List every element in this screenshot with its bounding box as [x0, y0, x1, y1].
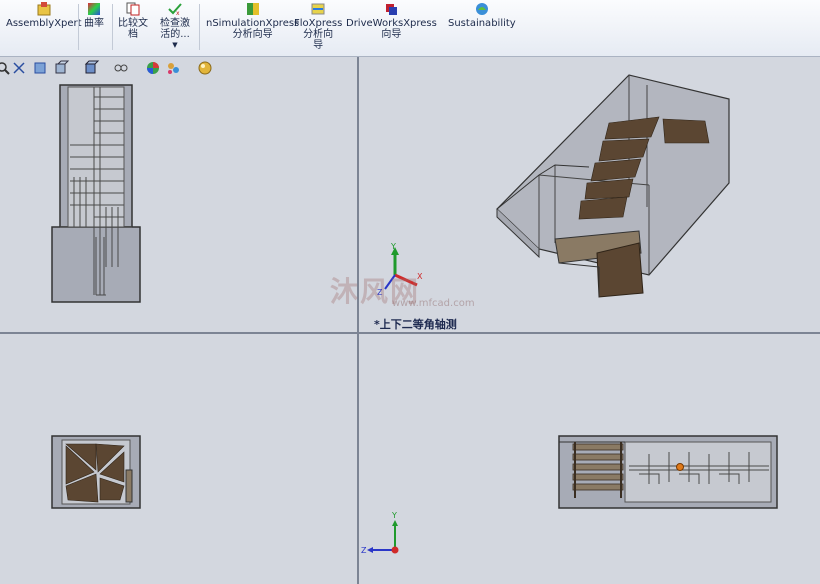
axis-z-label: Z: [361, 546, 367, 555]
view-orientation-label: *上下二等角轴测: [374, 318, 457, 331]
assemblyxpert-button[interactable]: AssemblyXpert: [6, 2, 82, 29]
command-ribbon: AssemblyXpert 曲率 比较文 档 x 检查激 活的... ▼ nSi…: [0, 0, 820, 57]
simulationxpress-icon: [246, 3, 259, 15]
sustainability-button[interactable]: Sustainability: [448, 2, 516, 29]
front-view-drawing: [51, 84, 141, 303]
ribbon-separator: [78, 4, 79, 50]
check-active-button[interactable]: x 检查激 活的... ▼: [160, 2, 190, 51]
assemblyxpert-icon: [37, 2, 51, 16]
compare-documents-button[interactable]: 比较文 档: [118, 2, 148, 40]
check-active-icon: x: [168, 3, 182, 17]
triad-isometric: Y X Z: [377, 242, 423, 297]
ribbon-separator: [112, 4, 113, 50]
axis-y-label: Y: [390, 242, 396, 251]
driveworksxpress-button[interactable]: DriveWorksXpress 向导: [346, 2, 437, 40]
floxpress-icon: [311, 3, 325, 15]
sustainability-icon: [475, 3, 488, 15]
floxpress-button[interactable]: FloXpress 分析向 导: [294, 2, 342, 51]
chevron-down-icon[interactable]: ▼: [160, 40, 190, 51]
curvature-button[interactable]: 曲率: [84, 2, 104, 29]
driveworksxpress-icon: [386, 4, 398, 15]
simulationxpress-button[interactable]: nSimulationXpress 分析向导: [206, 2, 299, 40]
triad-right-view: Y Z: [361, 511, 399, 555]
axis-y-label: Y: [391, 511, 397, 520]
top-view-drawing: [51, 435, 141, 509]
compare-documents-icon: [126, 2, 140, 16]
watermark-url: www.mfcad.com: [392, 298, 475, 309]
curvature-icon: [88, 3, 100, 15]
ribbon-separator: [199, 4, 200, 50]
svg-text:x: x: [176, 10, 180, 17]
